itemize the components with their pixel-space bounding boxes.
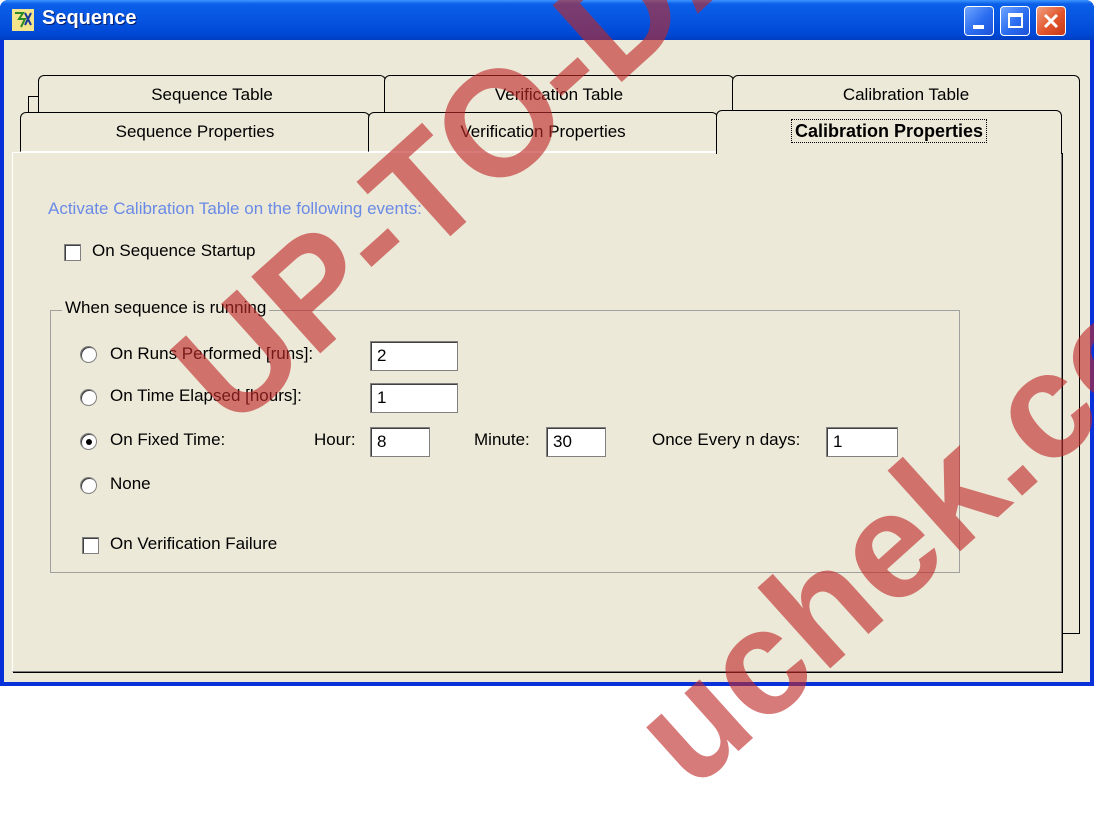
maximize-button[interactable] <box>1000 6 1030 36</box>
hour-label: Hour: <box>314 430 356 449</box>
runs-input[interactable]: 2 <box>370 341 458 371</box>
time-radio[interactable] <box>80 389 97 406</box>
minute-label: Minute: <box>474 430 530 449</box>
runs-radio[interactable] <box>80 346 97 363</box>
startup-checkbox[interactable] <box>64 244 81 261</box>
fixed-label[interactable]: On Fixed Time: <box>110 430 225 450</box>
tab-sequence-properties[interactable]: Sequence Properties <box>20 112 370 152</box>
minimize-icon <box>973 25 984 29</box>
runs-label[interactable]: On Runs Performed [runs]: <box>110 344 313 364</box>
minimize-button[interactable] <box>964 6 994 36</box>
title-bar[interactable]: Sequence <box>0 0 1094 40</box>
tab-label: Calibration Table <box>842 85 970 104</box>
days-input[interactable]: 1 <box>826 427 898 457</box>
none-label[interactable]: None <box>110 474 151 494</box>
tab-verification-properties[interactable]: Verification Properties <box>368 112 718 152</box>
radio-selected-dot <box>86 439 92 445</box>
tab-label: Verification Table <box>494 85 624 104</box>
maximize-icon <box>1008 13 1023 28</box>
none-radio[interactable] <box>80 477 97 494</box>
close-button[interactable] <box>1036 6 1066 36</box>
tab-verification-table[interactable]: Verification Table <box>384 75 734 113</box>
verification-failure-label[interactable]: On Verification Failure <box>110 534 277 554</box>
tab-calibration-properties[interactable]: Calibration Properties <box>716 110 1062 154</box>
tab-label: Verification Properties <box>460 122 626 141</box>
tab-sequence-table[interactable]: Sequence Table <box>38 75 386 113</box>
minute-input[interactable]: 30 <box>546 427 606 457</box>
panel-heading: Activate Calibration Table on the follow… <box>48 199 422 218</box>
tab-label: Sequence Table <box>151 85 273 104</box>
window-title: Sequence <box>42 7 137 29</box>
sequence-app-icon <box>12 9 34 31</box>
time-label[interactable]: On Time Elapsed [hours]: <box>110 386 302 406</box>
verification-failure-checkbox[interactable] <box>82 537 99 554</box>
running-group-label: When sequence is running <box>62 298 270 318</box>
sequence-window: Sequence Sequence Table Verification Tab… <box>0 0 1094 816</box>
fixed-radio[interactable] <box>80 433 97 450</box>
time-input[interactable]: 1 <box>370 383 458 413</box>
tab-calibration-table[interactable]: Calibration Table <box>732 75 1080 113</box>
days-label: Once Every n days: <box>652 430 801 449</box>
tab-label: Sequence Properties <box>115 122 275 141</box>
close-icon <box>1043 13 1059 29</box>
startup-label[interactable]: On Sequence Startup <box>92 241 256 261</box>
tab-label-active: Calibration Properties <box>790 119 988 143</box>
hour-input[interactable]: 8 <box>370 427 430 457</box>
